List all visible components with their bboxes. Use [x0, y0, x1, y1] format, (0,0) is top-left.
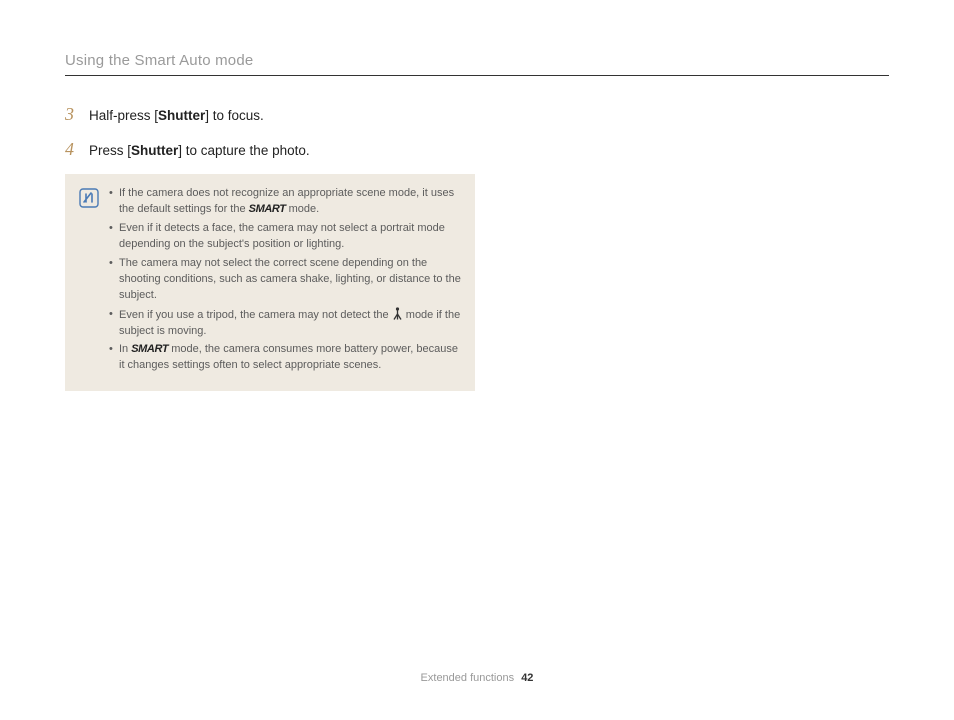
note-item: Even if you use a tripod, the camera may…	[109, 307, 461, 340]
step-3: 3 Half-press [Shutter] to focus.	[65, 104, 889, 125]
step-text: Press [Shutter] to capture the photo.	[89, 143, 310, 158]
note-text: Even if you use a tripod, the camera may…	[119, 309, 392, 321]
note-icon	[79, 188, 99, 208]
note-text: mode, the camera consumes more battery p…	[119, 343, 458, 371]
footer-label: Extended functions	[421, 672, 515, 684]
note-item: In SMART mode, the camera consumes more …	[109, 342, 461, 374]
step-number: 4	[65, 139, 79, 160]
note-text: If the camera does not recognize an appr…	[119, 187, 454, 215]
note-list: If the camera does not recognize an appr…	[109, 186, 461, 377]
step-text: Half-press [Shutter] to focus.	[89, 108, 264, 123]
step-text-post: ] to focus.	[205, 108, 264, 123]
step-text-bold: Shutter	[158, 108, 205, 123]
note-box: If the camera does not recognize an appr…	[65, 174, 475, 391]
step-text-post: ] to capture the photo.	[178, 143, 309, 158]
smart-label: SMART	[131, 343, 168, 355]
step-text-pre: Press [	[89, 143, 131, 158]
smart-label: SMART	[249, 203, 286, 215]
page-number: 42	[521, 672, 533, 684]
note-item: Even if it detects a face, the camera ma…	[109, 221, 461, 253]
note-item: The camera may not select the correct sc…	[109, 256, 461, 304]
note-text: In	[119, 343, 131, 355]
step-number: 3	[65, 104, 79, 125]
step-text-bold: Shutter	[131, 143, 178, 158]
section-title: Using the Smart Auto mode	[65, 52, 889, 76]
tripod-icon	[392, 307, 403, 320]
step-text-pre: Half-press [	[89, 108, 158, 123]
note-text: mode.	[289, 203, 320, 215]
step-4: 4 Press [Shutter] to capture the photo.	[65, 139, 889, 160]
page-footer: Extended functions 42	[0, 672, 954, 684]
note-item: If the camera does not recognize an appr…	[109, 186, 461, 218]
